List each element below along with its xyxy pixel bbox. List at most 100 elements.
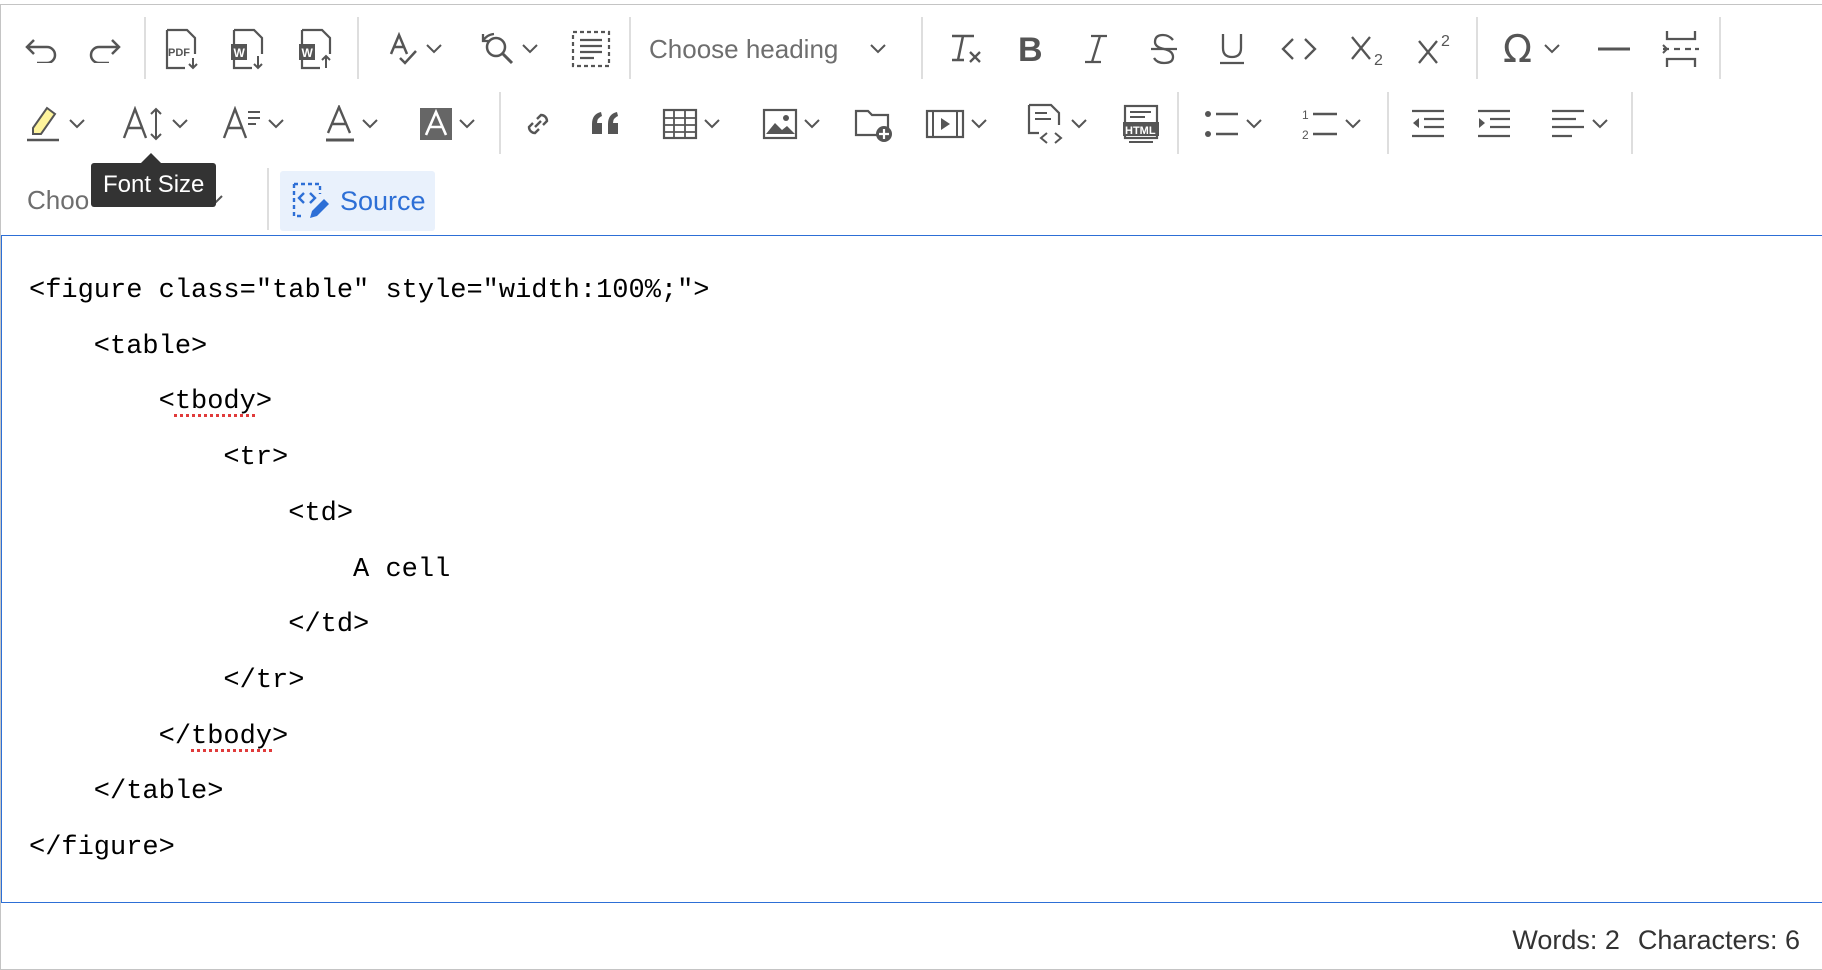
import-word-button[interactable]: W [291, 19, 341, 79]
strikethrough-button[interactable] [1139, 19, 1189, 79]
indent-button[interactable] [1469, 94, 1519, 154]
select-all-button[interactable] [566, 19, 616, 79]
spellcheck-button[interactable] [377, 19, 453, 79]
toolbar-separator [1476, 17, 1478, 79]
export-word-icon: W [231, 28, 264, 70]
toolbar-separator [499, 92, 501, 154]
code-line: <tr> [29, 443, 289, 474]
font-size-button[interactable] [117, 94, 193, 154]
text-alignment-button[interactable] [1539, 94, 1619, 154]
bulleted-list-icon [1205, 111, 1238, 137]
toolbar-separator [1631, 92, 1633, 154]
export-pdf-button[interactable]: PDF [156, 19, 206, 79]
import-word-icon: W [299, 28, 332, 70]
indent-icon [1478, 109, 1510, 138]
chevron-down-icon [1592, 119, 1608, 129]
italic-icon [1085, 34, 1107, 64]
svg-text:Ω: Ω [1503, 32, 1532, 66]
export-pdf-icon: PDF [165, 28, 198, 70]
outdent-button[interactable] [1403, 94, 1453, 154]
svg-text:1: 1 [1302, 108, 1309, 122]
redo-icon [89, 39, 121, 63]
strikethrough-icon [1151, 33, 1177, 65]
horizontal-line-icon [1598, 47, 1630, 51]
chevron-down-icon [426, 44, 442, 54]
toolbar-separator [144, 17, 146, 79]
align-left-icon [1552, 109, 1584, 138]
code-line: A cell [29, 554, 451, 585]
chevron-down-icon [971, 119, 987, 129]
chevron-down-icon [704, 119, 720, 129]
chevron-down-icon [1246, 119, 1262, 129]
numbered-list-icon: 12 [1302, 108, 1337, 141]
undo-icon [25, 39, 57, 63]
bold-icon: B [1018, 33, 1043, 65]
bulleted-list-button[interactable] [1193, 94, 1273, 154]
folder-add-icon [854, 109, 892, 142]
insert-media-button[interactable] [916, 94, 996, 154]
code-line: <td> [29, 498, 354, 529]
insert-table-button[interactable] [653, 94, 729, 154]
chevron-down-icon [522, 44, 538, 54]
italic-button[interactable] [1071, 19, 1121, 79]
font-family-button[interactable] [215, 94, 291, 154]
undo-button[interactable] [15, 19, 65, 79]
code-icon [1281, 38, 1317, 60]
toolbar-separator [921, 17, 923, 79]
page-break-icon [1662, 31, 1699, 67]
toolbar-separator [1719, 17, 1721, 79]
source-button-label: Source [340, 185, 426, 216]
remove-format-button[interactable] [941, 19, 991, 79]
html-embed-icon: HTML [1123, 104, 1159, 143]
font-dropdown-label: Choo [27, 184, 90, 215]
highlight-button[interactable] [15, 94, 95, 154]
svg-text:HTML: HTML [1125, 125, 1156, 137]
svg-text:B: B [1018, 33, 1043, 65]
font-size-icon [122, 106, 162, 141]
spellcheck-icon [389, 32, 417, 65]
code-line: <tbody> [29, 387, 273, 418]
font-background-color-button[interactable] [409, 94, 485, 154]
superscript-button[interactable]: 2 [1411, 19, 1461, 79]
insert-image-button[interactable] [751, 94, 831, 154]
toolbar-separator [629, 17, 631, 79]
redo-button[interactable] [81, 19, 131, 79]
source-code[interactable]: <figure class="table" style="width:100%;… [29, 264, 710, 877]
svg-text:W: W [302, 46, 314, 60]
table-icon [662, 108, 698, 140]
chevron-down-icon [268, 119, 284, 129]
remove-format-icon [952, 34, 981, 63]
numbered-list-button[interactable]: 12 [1291, 94, 1371, 154]
code-block-button[interactable] [1016, 94, 1096, 154]
underline-icon [1220, 34, 1244, 65]
superscript-icon: 2 [1418, 33, 1450, 64]
find-replace-button[interactable] [471, 19, 547, 79]
code-button[interactable] [1274, 19, 1324, 79]
highlighter-icon [27, 106, 59, 142]
page-break-button[interactable] [1656, 19, 1706, 79]
source-editing-area[interactable]: <figure class="table" style="width:100%;… [1, 235, 1822, 903]
find-replace-icon [481, 32, 514, 65]
words-count: Words: 2 [1512, 925, 1620, 955]
font-color-button[interactable] [313, 94, 389, 154]
export-word-button[interactable]: W [223, 19, 273, 79]
subscript-icon: 2 [1351, 36, 1383, 66]
link-icon [527, 113, 549, 135]
blockquote-button[interactable] [581, 94, 631, 154]
special-characters-button[interactable]: Ω [1493, 19, 1569, 79]
heading-dropdown[interactable]: Choose heading [649, 19, 899, 79]
code-line: </tbody> [29, 721, 289, 752]
source-button[interactable]: Source [280, 171, 435, 231]
code-line: <table> [29, 331, 208, 362]
link-button[interactable] [513, 94, 563, 154]
bold-button[interactable]: B [1006, 19, 1056, 79]
file-manager-button[interactable] [849, 94, 899, 154]
horizontal-line-button[interactable] [1589, 19, 1639, 79]
omega-icon: Ω [1503, 32, 1532, 66]
html-embed-button[interactable]: HTML [1116, 94, 1166, 154]
code-line: </figure> [29, 833, 175, 864]
underline-button[interactable] [1207, 19, 1257, 79]
subscript-button[interactable]: 2 [1344, 19, 1394, 79]
toolbar-separator [267, 168, 269, 230]
chevron-down-icon [1071, 119, 1087, 129]
